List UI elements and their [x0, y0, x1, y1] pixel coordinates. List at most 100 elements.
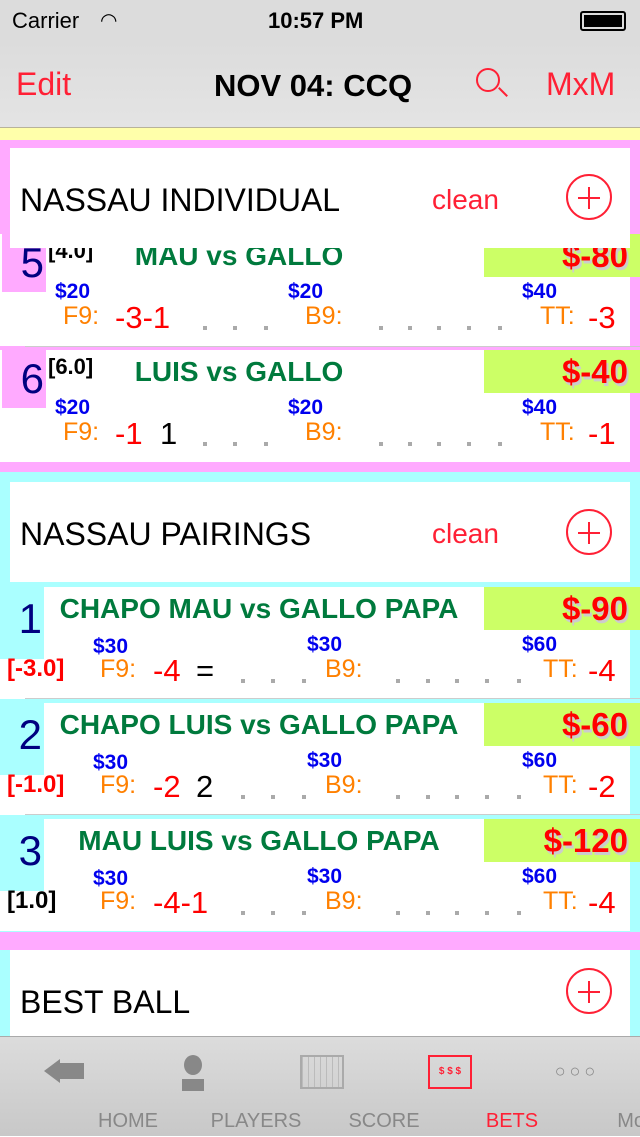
b9-label: B9: — [305, 302, 343, 330]
hole-dot — [485, 795, 489, 799]
amount: $-40 — [484, 350, 640, 393]
amount: $-120 — [484, 819, 640, 862]
tt-label: TT: — [543, 771, 578, 799]
b9-label: B9: — [325, 887, 363, 915]
arrow-left-icon — [44, 1055, 84, 1095]
more-icon: ○○○ — [554, 1061, 600, 1081]
tt-value: -4 — [588, 653, 616, 688]
tab-players[interactable]: PLAYERS — [128, 1037, 301, 1137]
f9-label: F9: — [63, 302, 100, 330]
tt-value: -2 — [588, 769, 616, 804]
hole-dot — [203, 326, 207, 330]
b9-bet: $30 — [307, 865, 343, 888]
f9-label: F9: — [100, 887, 137, 915]
match-title: CHAPO MAU vs GALLO PAPA — [59, 593, 459, 624]
tt-bet: $40 — [522, 396, 558, 419]
hole-dot — [241, 911, 245, 915]
hole-dot — [379, 326, 383, 330]
divider-band — [0, 128, 640, 140]
hole-dot — [271, 679, 275, 683]
tab-bets[interactable]: $ $ $ BETS — [384, 1037, 538, 1137]
section-title: NASSAU PAIRINGS — [20, 516, 312, 552]
clean-button[interactable]: clean — [432, 518, 499, 550]
section-best-ball: BEST BALL — [0, 950, 640, 1036]
tab-score[interactable]: SCORE — [256, 1037, 420, 1137]
b9-bet: $20 — [288, 396, 324, 419]
hole-dot — [517, 795, 521, 799]
battery-icon — [580, 11, 626, 31]
hole-dot — [498, 326, 502, 330]
tt-label: TT: — [543, 655, 578, 683]
handicap: [1.0] — [7, 887, 57, 914]
hole-dot — [455, 679, 459, 683]
bet-row[interactable]: 2 CHAPO LUIS vs GALLO PAPA $-60 $30 $30 … — [0, 703, 640, 815]
carrier: Carrier — [12, 8, 80, 33]
row-number: 1 — [0, 587, 44, 659]
hole-dot — [517, 911, 521, 915]
edit-button[interactable]: Edit — [16, 66, 71, 103]
wifi-icon: ◠ — [100, 10, 118, 32]
bet-row[interactable]: 6 [6.0] LUIS vs GALLO $-40 $20 $20 $40 F… — [0, 350, 640, 462]
add-icon[interactable] — [566, 174, 612, 220]
hole-dot — [203, 442, 207, 446]
nav-bar: Edit NOV 04: CCQ MxM — [0, 40, 640, 128]
f9-hole: 1 — [160, 416, 178, 451]
section-divider — [0, 932, 640, 950]
hole-dot — [241, 795, 245, 799]
hole-dot — [455, 795, 459, 799]
amount: $-90 — [484, 587, 640, 630]
scorecard-icon — [300, 1055, 344, 1089]
tt-label: TT: — [540, 302, 575, 330]
hole-dot — [396, 795, 400, 799]
b9-label: B9: — [305, 418, 343, 446]
b9-bet: $30 — [307, 633, 343, 656]
f9-value: -3-1 — [115, 300, 171, 335]
hole-dot — [233, 326, 237, 330]
hole-dot — [485, 679, 489, 683]
search-icon[interactable] — [476, 68, 508, 97]
f9-bet: $20 — [55, 280, 91, 303]
tab-label: More — [617, 1110, 640, 1132]
section-header: NASSAU PAIRINGS clean — [10, 482, 630, 582]
hole-dot — [426, 795, 430, 799]
hole-dot — [426, 911, 430, 915]
row-number: 2 — [0, 703, 44, 775]
tab-home[interactable]: HOME — [0, 1037, 158, 1137]
row-number: 3 — [0, 819, 44, 891]
clock: 10:57 PM — [268, 8, 364, 33]
tab-bar: HOME PLAYERS SCORE $ $ $ BETS ○○○ More — [0, 1036, 640, 1136]
hole-dot — [467, 326, 471, 330]
hole-dot — [379, 442, 383, 446]
hole-dot — [467, 442, 471, 446]
bet-row[interactable]: 1 CHAPO MAU vs GALLO PAPA $-90 $30 $30 $… — [0, 587, 640, 699]
bet-row[interactable]: 5 [4.0] MAU vs GALLO $-80 $20 $20 $40 F9… — [0, 234, 640, 346]
row-divider — [25, 346, 640, 347]
add-icon[interactable] — [566, 509, 612, 555]
hole-dot — [241, 679, 245, 683]
add-icon[interactable] — [566, 968, 612, 1014]
f9-bet: $20 — [55, 396, 91, 419]
hole-dot — [455, 911, 459, 915]
f9-label: F9: — [100, 771, 137, 799]
f9-hole: 2 — [196, 769, 214, 804]
bets-icon: $ $ $ — [428, 1055, 472, 1089]
mxm-button[interactable]: MxM — [546, 66, 615, 103]
bet-row[interactable]: 3 MAU LUIS vs GALLO PAPA $-120 $30 $30 $… — [0, 819, 640, 931]
f9-value: -1 — [115, 416, 143, 451]
hole-dot — [517, 679, 521, 683]
hole-dot — [437, 326, 441, 330]
b9-label: B9: — [325, 655, 363, 683]
f9-label: F9: — [100, 655, 137, 683]
tab-more[interactable]: ○○○ More — [512, 1037, 640, 1137]
tt-label: TT: — [540, 418, 575, 446]
match-title: MAU LUIS vs GALLO PAPA — [78, 825, 440, 856]
status-bar: Carrier ◠ 10:57 PM — [0, 0, 640, 40]
row-divider — [25, 814, 640, 815]
tt-bet: $60 — [522, 749, 558, 772]
tt-label: TT: — [543, 887, 578, 915]
page-title: NOV 04: CCQ — [214, 68, 413, 103]
section-title: BEST BALL — [20, 984, 191, 1020]
f9-value: -2 — [153, 769, 181, 804]
clean-button[interactable]: clean — [432, 184, 499, 216]
f9-label: F9: — [63, 418, 100, 446]
